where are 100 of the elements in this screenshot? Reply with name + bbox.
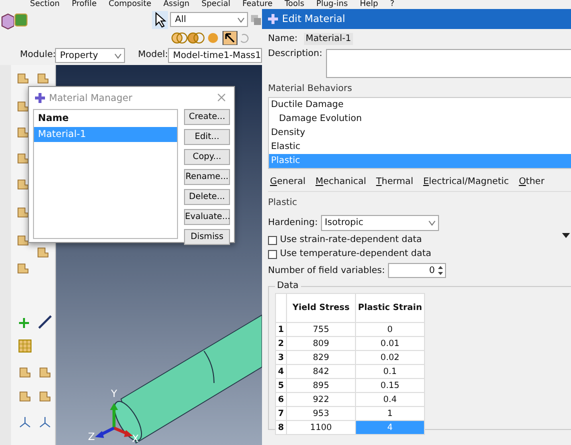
table-cell[interactable]: 829 xyxy=(286,350,356,364)
behavior-item[interactable]: Density xyxy=(269,126,571,140)
checkbox[interactable] xyxy=(268,236,277,244)
table-cell[interactable]: 922 xyxy=(286,392,356,406)
module-dropdown[interactable]: Property xyxy=(55,48,125,63)
menu-item[interactable]: Special xyxy=(202,0,230,9)
app-icon xyxy=(35,93,45,103)
block-icon[interactable] xyxy=(16,151,30,165)
table-cell[interactable]: 0.15 xyxy=(356,378,424,392)
block-icon[interactable] xyxy=(16,125,30,139)
dialog-button[interactable]: Edit... xyxy=(184,129,230,145)
table-cell[interactable]: 1100 xyxy=(286,420,356,434)
menu-item[interactable]: Profile xyxy=(72,0,97,9)
name-label: Name: xyxy=(268,34,298,44)
table-cell[interactable]: 0.02 xyxy=(356,350,424,364)
windows-icon[interactable] xyxy=(250,14,262,26)
block-icon[interactable] xyxy=(38,365,52,379)
module-label: Module: xyxy=(20,50,56,60)
y-axis-label: Y xyxy=(111,389,118,400)
row-number: 8 xyxy=(276,420,286,434)
menu-item[interactable]: Mechanical xyxy=(315,177,366,187)
plus-icon[interactable] xyxy=(18,317,30,329)
axes-icon[interactable] xyxy=(18,415,32,429)
menu-item[interactable]: Electrical/Magnetic xyxy=(423,177,509,187)
column-header: Plastic Strain xyxy=(356,294,424,322)
table-cell[interactable]: 0.1 xyxy=(356,364,424,378)
table-cell[interactable]: 755 xyxy=(286,322,356,336)
model-dropdown[interactable]: Model-time1-Mass1 xyxy=(168,48,262,63)
table-cell[interactable]: 809 xyxy=(286,336,356,350)
group-title: Material Behaviors xyxy=(268,84,354,94)
selection-filter-dropdown[interactable]: All xyxy=(170,12,248,27)
checkbox[interactable] xyxy=(268,250,277,258)
name-value: Material-1 xyxy=(304,33,354,45)
table-cell[interactable]: 0.4 xyxy=(356,392,424,406)
menu-item[interactable]: Section xyxy=(30,0,60,9)
block-icon[interactable] xyxy=(16,261,30,275)
table-cell[interactable]: 842 xyxy=(286,364,356,378)
caret-icon xyxy=(428,219,436,227)
menu-item[interactable]: Tools xyxy=(284,0,304,9)
dialog-button[interactable]: Create... xyxy=(184,109,230,125)
axis-triad-drawing xyxy=(95,403,133,438)
block-icon[interactable] xyxy=(16,71,30,85)
cube-icon[interactable] xyxy=(0,12,14,30)
menu-item[interactable]: General xyxy=(270,177,306,187)
checkbox-label: Use temperature-dependent data xyxy=(280,249,432,259)
block-icon[interactable] xyxy=(16,233,30,247)
block-icon[interactable] xyxy=(16,99,30,113)
block-icon[interactable] xyxy=(38,389,52,403)
axes-icon[interactable] xyxy=(38,415,52,429)
block-icon[interactable] xyxy=(16,177,30,191)
dialog-title: Material Manager xyxy=(49,92,132,104)
field-variables-label: Number of field variables: xyxy=(268,266,385,276)
group-title: Data xyxy=(275,281,300,291)
row-number: 4 xyxy=(276,364,286,378)
behavior-item[interactable]: Damage Evolution xyxy=(269,112,571,126)
table-cell[interactable]: 0.01 xyxy=(356,336,424,350)
behavior-item[interactable]: Elastic xyxy=(269,140,571,154)
block-icon[interactable] xyxy=(16,205,30,219)
dialog-button[interactable]: Copy... xyxy=(184,149,230,165)
group-title: Plastic xyxy=(268,198,298,208)
menu-item[interactable]: Help xyxy=(360,0,378,9)
render-style-icons-drawing[interactable] xyxy=(171,31,249,45)
line-icon[interactable] xyxy=(38,315,52,329)
row-number: 7 xyxy=(276,406,286,420)
block-icon[interactable] xyxy=(36,245,50,259)
block-icon[interactable] xyxy=(18,389,32,403)
menu-item[interactable]: Composite xyxy=(108,0,152,9)
menu-item[interactable]: Plug-ins xyxy=(316,0,348,9)
description-label: Description: xyxy=(268,49,322,61)
column-header: Yield Stress xyxy=(286,294,356,322)
description-field[interactable] xyxy=(326,49,571,78)
dialog-button[interactable]: Evaluate... xyxy=(184,209,230,225)
row-number: 1 xyxy=(276,322,286,336)
grid-icon[interactable] xyxy=(18,339,32,353)
dialog-button[interactable]: Rename... xyxy=(184,169,230,185)
behavior-item[interactable]: Ductile Damage xyxy=(269,98,571,112)
menu-item[interactable]: Assign xyxy=(163,0,190,9)
row-number: 3 xyxy=(276,350,286,364)
hardening-dropdown[interactable]: Isotropic xyxy=(320,215,439,231)
close-icon[interactable] xyxy=(217,93,226,102)
checkbox-label: Use strain-rate-dependent data xyxy=(280,235,422,245)
menu-item[interactable]: Other xyxy=(518,177,544,187)
column-header: Name xyxy=(37,112,70,126)
block-icon[interactable] xyxy=(18,365,32,379)
app-icon xyxy=(268,14,278,24)
caret-icon xyxy=(114,52,122,60)
cursor-icon[interactable] xyxy=(152,11,168,29)
row-number: 6 xyxy=(276,392,286,406)
dialog-button[interactable]: Dismiss xyxy=(184,229,230,245)
menu-item[interactable]: ? xyxy=(390,0,394,9)
dialog-button[interactable]: Delete... xyxy=(184,189,230,205)
table-cell[interactable]: 953 xyxy=(286,406,356,420)
table-cell[interactable]: 0 xyxy=(356,322,424,336)
hardening-label: Hardening: xyxy=(268,218,318,228)
table-cell[interactable]: 895 xyxy=(286,378,356,392)
field-variables-spinner[interactable]: 0 xyxy=(388,263,446,278)
menu-item[interactable]: Thermal xyxy=(376,177,414,187)
menu-item[interactable]: Feature xyxy=(242,0,273,9)
model-label: Model: xyxy=(138,50,168,60)
z-axis-label: Z xyxy=(88,432,95,443)
